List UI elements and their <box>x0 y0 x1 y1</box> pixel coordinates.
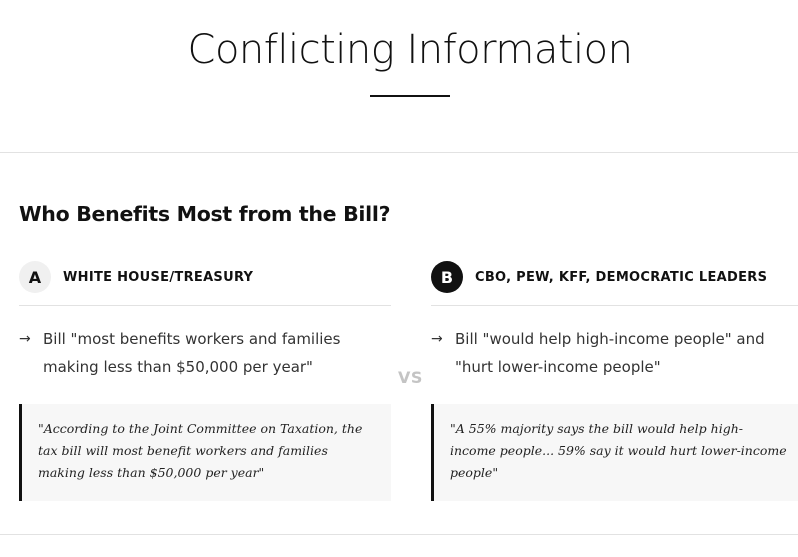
right-arrow-icon: → <box>19 331 31 347</box>
source-a-badge: A <box>19 261 51 293</box>
bottom-divider <box>0 534 798 535</box>
source-a-header: A WHITE HOUSE/TREASURY <box>19 260 391 294</box>
source-b-badge: B <box>431 261 463 293</box>
source-a-claim-text: Bill "most benefits workers and families… <box>43 330 341 376</box>
source-b-quote: "A 55% majority says the bill would help… <box>431 404 798 501</box>
right-arrow-icon: → <box>431 331 443 347</box>
source-a-quote: "According to the Joint Committee on Tax… <box>19 404 391 501</box>
section-title: Who Benefits Most from the Bill? <box>19 202 391 226</box>
source-b-claim: → Bill "would help high-income people" a… <box>431 325 798 381</box>
source-a-claim: → Bill "most benefits workers and famili… <box>19 325 391 381</box>
source-b-name: CBO, PEW, KFF, DEMOCRATIC LEADERS <box>475 269 768 285</box>
source-b-header: B CBO, PEW, KFF, DEMOCRATIC LEADERS <box>431 260 798 294</box>
source-a-divider <box>19 305 391 306</box>
title-underline <box>370 95 450 97</box>
top-divider <box>0 152 798 153</box>
page: Conflicting Information Who Benefits Mos… <box>0 0 798 557</box>
source-a-column: A WHITE HOUSE/TREASURY → Bill "most bene… <box>19 260 391 501</box>
page-title: Conflicting Information <box>187 27 633 73</box>
source-b-column: B CBO, PEW, KFF, DEMOCRATIC LEADERS → Bi… <box>431 260 798 501</box>
source-a-name: WHITE HOUSE/TREASURY <box>63 269 254 285</box>
source-b-claim-text: Bill "would help high-income people" and… <box>455 330 765 376</box>
source-b-divider <box>431 305 798 306</box>
vs-label: VS <box>398 368 423 387</box>
